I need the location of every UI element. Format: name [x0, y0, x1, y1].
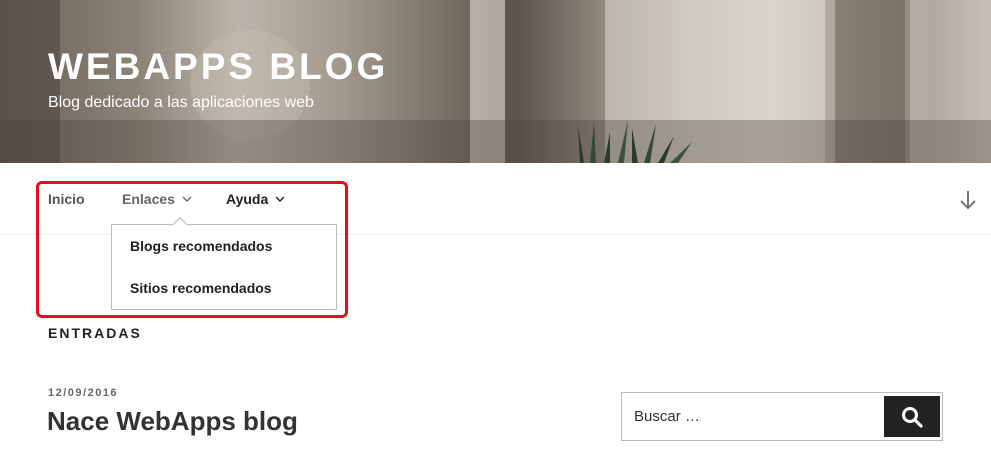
- highlight-box: [36, 181, 348, 318]
- search-form: [621, 392, 943, 441]
- post-title[interactable]: Nace WebApps blog: [47, 406, 298, 437]
- arrow-down-icon[interactable]: [958, 189, 978, 211]
- site-title[interactable]: WEBAPPS BLOG: [48, 46, 388, 88]
- site-header: WEBAPPS BLOG Blog dedicado a las aplicac…: [0, 0, 991, 163]
- plant-image: [578, 120, 692, 163]
- search-button[interactable]: [884, 396, 940, 437]
- search-input[interactable]: [622, 393, 882, 440]
- search-icon: [902, 406, 923, 428]
- post-date[interactable]: 12/09/2016: [48, 387, 118, 399]
- section-title: ENTRADAS: [48, 325, 142, 341]
- header-background-shape: [0, 120, 991, 163]
- site-description: Blog dedicado a las aplicaciones web: [48, 94, 314, 111]
